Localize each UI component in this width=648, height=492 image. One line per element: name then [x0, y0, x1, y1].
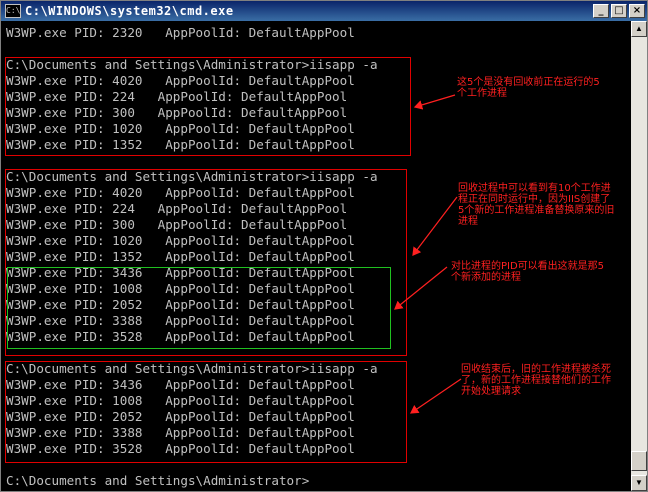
note-line: 5个新的工作进程准备替换原来的旧 — [458, 205, 615, 216]
note-line: 对比进程的PID可以看出这就是那5 — [451, 261, 605, 272]
note-line: 回收结束后，旧的工作进程被杀死 — [461, 364, 611, 375]
vertical-scrollbar[interactable]: ▲ ▼ — [631, 21, 647, 491]
window-title: C:\WINDOWS\system32\cmd.exe — [25, 4, 234, 18]
note-before-recycle: 这5个是没有回收前正在运行的5 个工作进程 — [457, 77, 627, 99]
cmd-icon[interactable]: C:\ — [5, 4, 21, 18]
close-button[interactable]: × — [629, 4, 645, 18]
note-line: 个工作进程 — [457, 88, 507, 99]
arrow-3 — [394, 266, 448, 310]
minimize-button[interactable]: _ — [593, 4, 609, 18]
arrow-4 — [410, 378, 462, 414]
note-line: 了，新的工作进程接替他们的工作 — [461, 375, 611, 386]
note-new-processes: 对比进程的PID可以看出这就是那5 个新添加的进程 — [451, 261, 621, 283]
maximize-button[interactable]: □ — [611, 4, 627, 18]
note-line: 程正在同时运行中，因为IIS创建了 — [458, 194, 611, 205]
note-line: 进程 — [458, 216, 478, 227]
arrow-1 — [413, 94, 456, 110]
scroll-down-button[interactable]: ▼ — [631, 475, 647, 491]
note-line: 开始处理请求 — [461, 386, 521, 397]
cmd-window: C:\ C:\WINDOWS\system32\cmd.exe _ □ × W3… — [0, 0, 648, 492]
note-during-recycle: 回收过程中可以看到有10个工作进 程正在同时运行中，因为IIS创建了 5个新的工… — [458, 183, 628, 227]
scroll-up-button[interactable]: ▲ — [631, 21, 647, 37]
title-bar[interactable]: C:\ C:\WINDOWS\system32\cmd.exe _ □ × — [1, 1, 647, 21]
console-output[interactable]: W3WP.exe PID: 2320 AppPoolId: DefaultApp… — [1, 21, 631, 491]
note-line: 个新添加的进程 — [451, 272, 521, 283]
note-line: 这5个是没有回收前正在运行的5 — [457, 77, 600, 88]
note-after-recycle: 回收结束后，旧的工作进程被杀死 了，新的工作进程接替他们的工作 开始处理请求 — [461, 364, 631, 397]
note-line: 回收过程中可以看到有10个工作进 — [458, 183, 611, 194]
arrow-2 — [412, 196, 458, 256]
scroll-thumb[interactable] — [631, 451, 647, 471]
